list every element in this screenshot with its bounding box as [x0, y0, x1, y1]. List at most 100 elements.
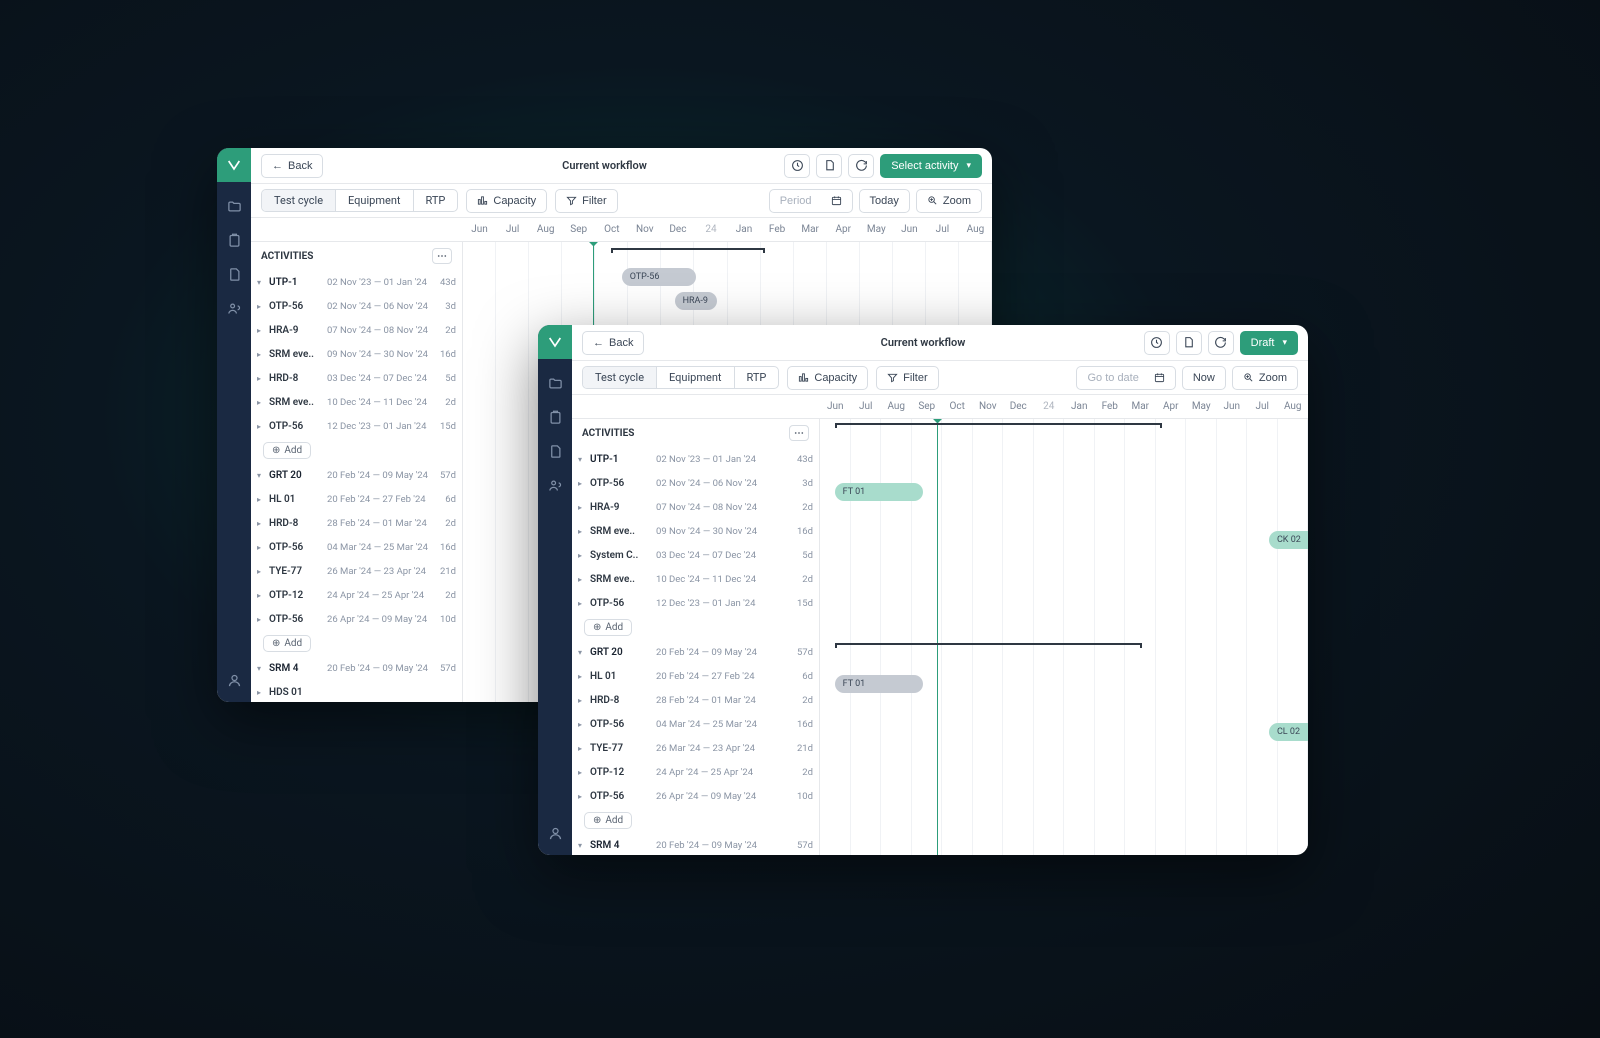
activity-row[interactable]: ▸OTP-1224 Apr '24 — 25 Apr '242d: [251, 583, 462, 607]
activity-row[interactable]: ▸HRD-803 Dec '24 — 07 Dec '245d: [251, 366, 462, 390]
draft-button[interactable]: Draft: [1240, 331, 1298, 355]
gantt-bar[interactable]: OTP-56: [622, 268, 696, 286]
gantt-bar[interactable]: HRA-9: [675, 292, 717, 310]
tab-test-cycle[interactable]: Test cycle: [262, 190, 336, 211]
gantt-bar[interactable]: FT 01: [835, 675, 923, 693]
app-logo[interactable]: [538, 325, 572, 359]
history-button[interactable]: [1144, 331, 1170, 355]
history-button[interactable]: [784, 154, 810, 178]
activity-row[interactable]: ▸HDS 01: [251, 680, 462, 702]
activity-row[interactable]: ▸HL 0120 Feb '24 — 27 Feb '246d: [251, 487, 462, 511]
activity-group[interactable]: ▾GRT 2020 Feb '24 — 09 May '2457d: [251, 463, 462, 487]
toolbar: Test cycle Equipment RTP Capacity Filter…: [251, 184, 992, 218]
activity-row[interactable]: ▸SRM eve..10 Dec '24 — 11 Dec '242d: [572, 567, 819, 591]
activity-row[interactable]: ▸OTP-5612 Dec '23 — 01 Jan '2415d: [572, 591, 819, 615]
topbar: ←Back Current workflow Select activity: [251, 148, 992, 184]
period-input[interactable]: Period: [769, 189, 853, 213]
document-icon[interactable]: [224, 264, 244, 284]
activity-row[interactable]: ▸OTP-5602 Nov '24 — 06 Nov '243d: [572, 471, 819, 495]
activity-row[interactable]: ▸OTP-5626 Apr '24 — 09 May '2410d: [572, 784, 819, 808]
back-button[interactable]: ←Back: [261, 154, 323, 178]
more-button[interactable]: ⋯: [789, 425, 809, 441]
folder-icon[interactable]: [545, 373, 565, 393]
filter-button[interactable]: Filter: [555, 189, 617, 213]
month-label: Aug: [959, 218, 992, 241]
activity-row[interactable]: ▸OTP-5612 Dec '23 — 01 Jan '2415d: [251, 414, 462, 438]
users-icon[interactable]: [545, 475, 565, 495]
folder-icon[interactable]: [224, 196, 244, 216]
zoom-button[interactable]: Zoom: [1232, 366, 1298, 390]
clipboard-icon[interactable]: [545, 407, 565, 427]
refresh-button[interactable]: [848, 154, 874, 178]
month-label: Aug: [1278, 395, 1309, 418]
activity-row[interactable]: ▸OTP-5626 Apr '24 — 09 May '2410d: [251, 607, 462, 631]
gantt-chart[interactable]: FT 01CK 02CK 08FT 04FT 01CL 02CH 08FT 04: [820, 419, 1308, 855]
today-button[interactable]: Today: [859, 189, 910, 213]
activity-row[interactable]: ▸HRD-828 Feb '24 — 01 Mar '242d: [251, 511, 462, 535]
activity-row[interactable]: ▸HRA-907 Nov '24 — 08 Nov '242d: [251, 318, 462, 342]
activity-row[interactable]: ▸SRM eve..09 Nov '24 — 30 Nov '2416d: [572, 519, 819, 543]
activity-group[interactable]: ▾SRM 420 Feb '24 — 09 May '2457d: [251, 656, 462, 680]
arrow-left-icon: ←: [272, 160, 283, 172]
gantt-bar[interactable]: CK 02: [1269, 531, 1308, 549]
topbar: ←Back Current workflow Draft: [572, 325, 1308, 361]
activity-row[interactable]: ▸TYE-7726 Mar '24 — 23 Apr '2421d: [572, 736, 819, 760]
plus-icon: ⊕: [593, 815, 601, 826]
activity-row[interactable]: ▸HRA-907 Nov '24 — 08 Nov '242d: [572, 495, 819, 519]
tab-rtp[interactable]: RTP: [414, 190, 458, 211]
goto-date-input[interactable]: Go to date: [1076, 366, 1175, 390]
timeline-header: JunJulAugSepOctNovDec24JanFebMarAprMayJu…: [572, 395, 1308, 419]
gantt-bar[interactable]: FT 01: [835, 483, 923, 501]
filter-button[interactable]: Filter: [876, 366, 938, 390]
month-label: Jun: [463, 218, 496, 241]
document-button[interactable]: [816, 154, 842, 178]
add-button[interactable]: ⊕ Add: [584, 619, 632, 636]
activity-row[interactable]: ▸SRM eve..10 Dec '24 — 11 Dec '242d: [251, 390, 462, 414]
month-label: Aug: [529, 218, 562, 241]
clipboard-icon[interactable]: [224, 230, 244, 250]
users-icon[interactable]: [224, 298, 244, 318]
user-profile-icon[interactable]: [545, 823, 565, 843]
activity-row[interactable]: ▸SRM eve..09 Nov '24 — 30 Nov '2416d: [251, 342, 462, 366]
capacity-button[interactable]: Capacity: [787, 366, 868, 390]
document-icon[interactable]: [545, 441, 565, 461]
month-label: Apr: [1156, 395, 1187, 418]
month-label: Feb: [1095, 395, 1126, 418]
select-activity-button[interactable]: Select activity: [880, 154, 982, 178]
refresh-button[interactable]: [1208, 331, 1234, 355]
month-label: Jun: [893, 218, 926, 241]
add-button[interactable]: ⊕ Add: [584, 812, 632, 829]
activity-group[interactable]: ▾GRT 2020 Feb '24 — 09 May '2457d: [572, 640, 819, 664]
capacity-button[interactable]: Capacity: [466, 189, 547, 213]
activity-row[interactable]: ▸OTP-1224 Apr '24 — 25 Apr '242d: [572, 760, 819, 784]
add-button[interactable]: ⊕ Add: [263, 442, 311, 459]
add-button[interactable]: ⊕ Add: [263, 635, 311, 652]
app-logo[interactable]: [217, 148, 251, 182]
activity-group[interactable]: ▾SRM 420 Feb '24 — 09 May '2457d: [572, 833, 819, 855]
activity-row[interactable]: ▸OTP-5602 Nov '24 — 06 Nov '243d: [251, 294, 462, 318]
now-button[interactable]: Now: [1182, 366, 1226, 390]
month-label: Mar: [794, 218, 827, 241]
activity-group[interactable]: ▾UTP-102 Nov '23 — 01 Jan '2443d: [572, 447, 819, 471]
plus-icon: ⊕: [272, 638, 280, 649]
more-button[interactable]: ⋯: [432, 248, 452, 264]
zoom-button[interactable]: Zoom: [916, 189, 982, 213]
activity-row[interactable]: ▸OTP-5604 Mar '24 — 25 Mar '2416d: [251, 535, 462, 559]
activity-row[interactable]: ▸System C..03 Dec '24 — 07 Dec '245d: [572, 543, 819, 567]
tab-rtp[interactable]: RTP: [735, 367, 779, 388]
tab-equipment[interactable]: Equipment: [336, 190, 413, 211]
activity-group[interactable]: ▾UTP-102 Nov '23 — 01 Jan '2443d: [251, 270, 462, 294]
tab-equipment[interactable]: Equipment: [657, 367, 734, 388]
activity-row[interactable]: ▸OTP-5604 Mar '24 — 25 Mar '2416d: [572, 712, 819, 736]
document-button[interactable]: [1176, 331, 1202, 355]
user-profile-icon[interactable]: [224, 670, 244, 690]
tab-test-cycle[interactable]: Test cycle: [583, 367, 657, 388]
month-label: Nov: [973, 395, 1004, 418]
back-button[interactable]: ←Back: [582, 331, 644, 355]
sidebar: [538, 325, 572, 855]
activity-row[interactable]: ▸HRD-828 Feb '24 — 01 Mar '242d: [572, 688, 819, 712]
activity-row[interactable]: ▸TYE-7726 Mar '24 — 23 Apr '2421d: [251, 559, 462, 583]
month-label: Jan: [1064, 395, 1095, 418]
gantt-bar[interactable]: CL 02: [1269, 723, 1308, 741]
activity-row[interactable]: ▸HL 0120 Feb '24 — 27 Feb '246d: [572, 664, 819, 688]
